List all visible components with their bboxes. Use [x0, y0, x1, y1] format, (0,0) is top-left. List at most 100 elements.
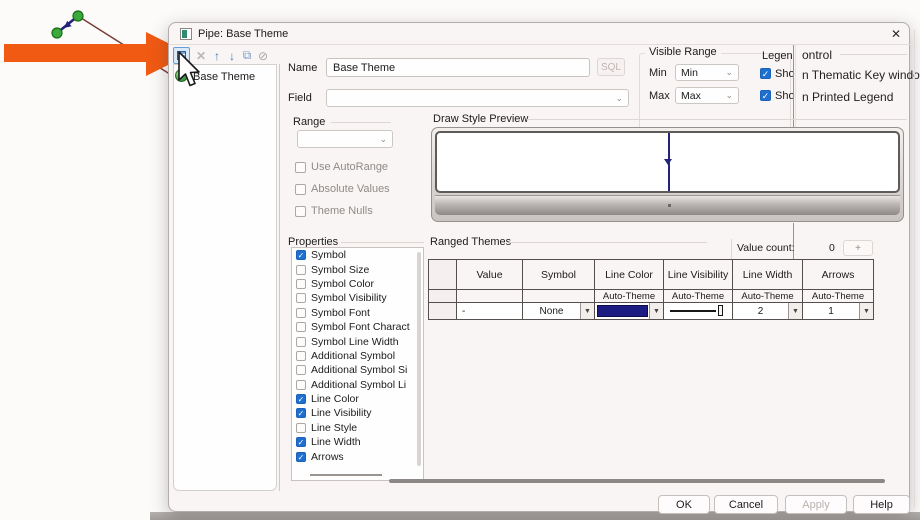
horizontal-scrollbar[interactable]: [310, 474, 382, 476]
dropdown-icon[interactable]: ▼: [859, 303, 873, 319]
checkbox-icon[interactable]: [296, 422, 306, 433]
disable-theme-button[interactable]: ⊘: [256, 48, 270, 63]
close-icon[interactable]: ✕: [887, 26, 905, 42]
checkbox-icon[interactable]: [296, 336, 306, 347]
field-combobox[interactable]: ⌄: [326, 89, 629, 107]
checkbox-icon[interactable]: [296, 365, 306, 376]
symbol-cell[interactable]: None ▼: [523, 303, 595, 319]
row-selector[interactable]: [429, 303, 457, 319]
property-item[interactable]: Additional Symbol: [292, 349, 423, 363]
arrows-value: 1: [828, 305, 834, 317]
preview-slider-trough[interactable]: [435, 195, 900, 215]
checkbox-icon[interactable]: [296, 350, 306, 361]
absolute-values-checkbox[interactable]: [295, 184, 306, 195]
dropdown-icon[interactable]: ▼: [788, 303, 802, 319]
properties-listbox[interactable]: Symbol Symbol Size Symbol Color Symbol V…: [291, 247, 424, 481]
duplicate-theme-button[interactable]: ⧉: [240, 48, 254, 63]
line-width-cell[interactable]: 2 ▼: [733, 303, 803, 319]
move-down-button[interactable]: ↓: [225, 48, 239, 63]
property-item[interactable]: Line Width: [292, 435, 423, 449]
checkbox-checked-icon[interactable]: [296, 437, 306, 448]
show-thematic-checkbox[interactable]: [760, 68, 771, 79]
help-button[interactable]: Help: [853, 495, 910, 514]
apply-button[interactable]: Apply: [785, 495, 847, 514]
line-visibility-cell[interactable]: [664, 303, 733, 319]
auto-theme-cell: Auto-Theme: [664, 290, 733, 303]
group-rule: [509, 242, 707, 243]
range-combobox[interactable]: ⌄: [297, 130, 393, 148]
property-item[interactable]: Symbol: [292, 248, 423, 262]
auto-theme-cell: [523, 290, 595, 303]
column-header[interactable]: Arrows: [803, 260, 873, 290]
dropdown-icon[interactable]: ▼: [649, 303, 663, 319]
range-group-title: Range: [293, 116, 326, 128]
checkbox-icon[interactable]: [296, 322, 306, 333]
property-item[interactable]: Line Style: [292, 421, 423, 435]
chevron-down-icon: ⌄: [615, 92, 623, 103]
property-item[interactable]: Symbol Line Width: [292, 334, 423, 348]
auto-theme-cell: Auto-Theme: [803, 290, 873, 303]
add-value-button[interactable]: +: [843, 240, 873, 256]
title-bar[interactable]: Pipe: Base Theme ✕: [169, 23, 911, 45]
property-item[interactable]: Symbol Size: [292, 262, 423, 276]
preview-flow-arrow-icon: [663, 159, 672, 165]
map-node-icon: [72, 10, 84, 22]
theme-nulls-checkbox[interactable]: [295, 206, 306, 217]
column-header[interactable]: Symbol: [523, 260, 595, 290]
checkbox-checked-icon[interactable]: [296, 250, 306, 261]
preview-canvas: [435, 131, 900, 193]
line-color-cell[interactable]: ▼: [595, 303, 664, 319]
horizontal-scrollbar[interactable]: [389, 479, 885, 483]
line-visibility-handle[interactable]: [718, 305, 723, 316]
property-item[interactable]: Arrows: [292, 449, 423, 463]
dropdown-icon[interactable]: ▼: [580, 303, 594, 319]
property-label: Symbol Font Charact: [311, 321, 410, 334]
group-rule: [840, 54, 907, 55]
column-header[interactable]: Value: [457, 260, 523, 290]
use-autorange-checkbox[interactable]: [295, 162, 306, 173]
name-input[interactable]: [326, 58, 590, 77]
column-header[interactable]: Line Color: [595, 260, 664, 290]
line-color-swatch[interactable]: [597, 305, 648, 317]
value-cell[interactable]: -: [457, 303, 523, 319]
tree-item-base-theme[interactable]: Base Theme: [193, 71, 255, 83]
sql-button[interactable]: SQL: [597, 58, 625, 76]
checkbox-icon[interactable]: [296, 379, 306, 390]
property-item[interactable]: Symbol Color: [292, 277, 423, 291]
checkbox-icon[interactable]: [296, 307, 306, 318]
column-header[interactable]: Line Width: [733, 260, 803, 290]
checkbox-icon[interactable]: [296, 278, 306, 289]
arrows-cell[interactable]: 1 ▼: [803, 303, 873, 319]
show-printed-checkbox[interactable]: [760, 90, 771, 101]
auto-theme-cell: Auto-Theme: [733, 290, 803, 303]
mouse-cursor-icon: [178, 51, 200, 87]
legend-control-title-fragment: Legen: [762, 50, 793, 62]
cancel-button[interactable]: Cancel: [714, 495, 778, 514]
max-combobox[interactable]: Max ⌄: [675, 87, 739, 104]
chevron-down-icon: ⌄: [379, 133, 387, 144]
checkbox-icon[interactable]: [296, 293, 306, 304]
checkbox-icon[interactable]: [296, 264, 306, 275]
property-item[interactable]: Symbol Font Charact: [292, 320, 423, 334]
ok-button[interactable]: OK: [658, 495, 710, 514]
theme-tree-panel[interactable]: [173, 64, 277, 491]
move-up-button[interactable]: ↑: [210, 48, 224, 63]
min-combobox[interactable]: Min ⌄: [675, 64, 739, 81]
checkbox-checked-icon[interactable]: [296, 394, 306, 405]
property-item[interactable]: Additional Symbol Si: [292, 363, 423, 377]
property-item[interactable]: Symbol Visibility: [292, 291, 423, 305]
use-autorange-label: Use AutoRange: [311, 161, 389, 173]
property-item[interactable]: Symbol Font: [292, 306, 423, 320]
property-item[interactable]: Line Color: [292, 392, 423, 406]
property-item[interactable]: Additional Symbol Li: [292, 378, 423, 392]
property-label: Symbol Size: [311, 263, 370, 276]
checkbox-checked-icon[interactable]: [296, 408, 306, 419]
group-rule: [341, 242, 424, 243]
max-value: Max: [681, 89, 701, 102]
property-label: Symbol: [311, 249, 347, 262]
legend-control-title-right-fragment: ontrol: [802, 48, 833, 62]
vertical-scrollbar[interactable]: [417, 252, 421, 466]
column-header[interactable]: Line Visibility: [664, 260, 733, 290]
property-item[interactable]: Line Visibility: [292, 406, 423, 420]
checkbox-checked-icon[interactable]: [296, 451, 306, 462]
